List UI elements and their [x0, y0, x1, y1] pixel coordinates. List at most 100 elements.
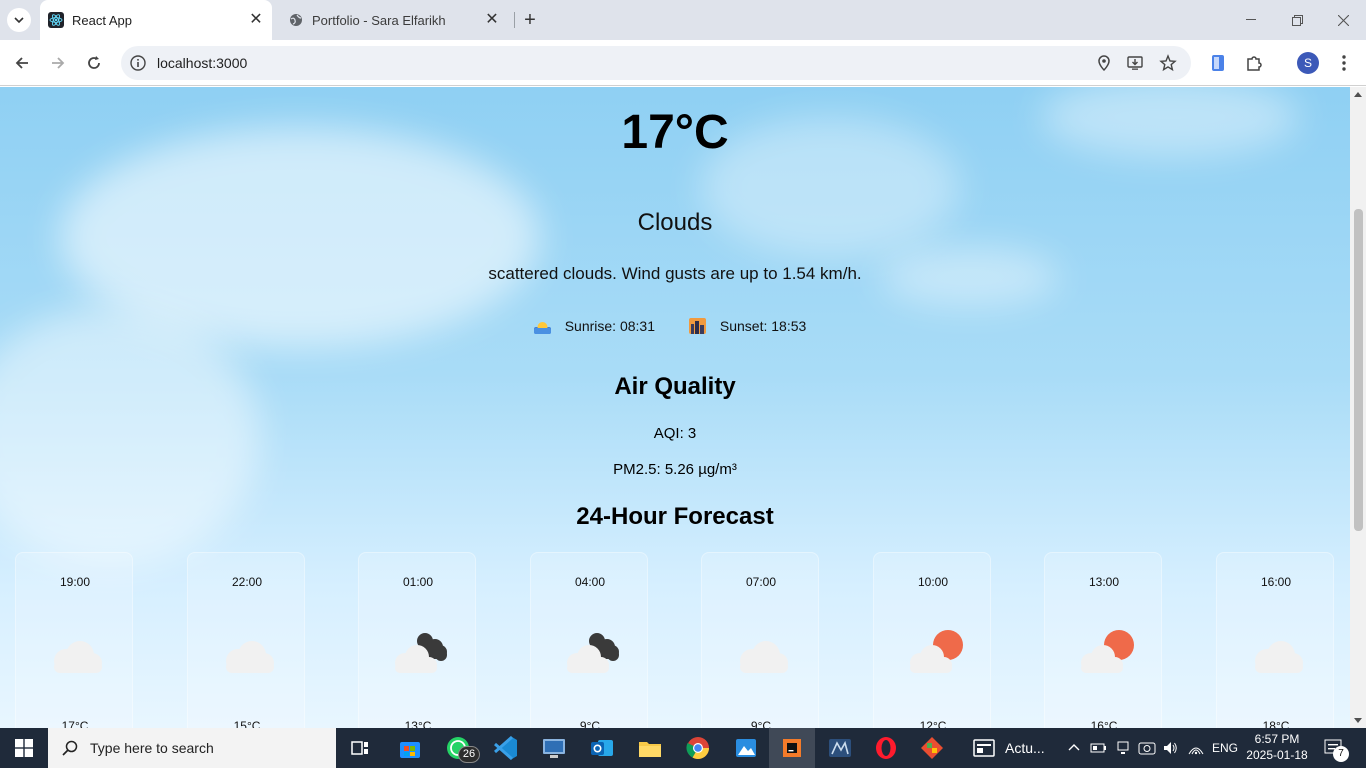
opera-icon[interactable]	[872, 734, 900, 762]
browser-tab-bar: React App ✕ Portfolio - Sara Elfarikh ✕ …	[0, 0, 1366, 40]
menu-kebab-icon[interactable]	[1333, 52, 1355, 74]
taskbar-clock[interactable]: 6:57 PM 2025-01-18	[1238, 731, 1316, 763]
clock-date: 2025-01-18	[1246, 748, 1308, 762]
globe-icon	[288, 12, 304, 28]
bookmark-star-icon[interactable]	[1159, 54, 1177, 72]
forecast-time: 07:00	[745, 575, 777, 589]
reading-list-icon[interactable]	[1207, 52, 1229, 74]
tab-title: Portfolio - Sara Elfarikh	[312, 12, 446, 28]
location-pin-icon[interactable]	[1095, 54, 1113, 72]
chevron-up-icon[interactable]	[1068, 742, 1080, 752]
windows-taskbar: Type here to search 26 Actu... ENG 6:57 …	[0, 728, 1366, 768]
scroll-up-icon[interactable]	[1354, 92, 1362, 97]
aqi-value: AQI: 3	[653, 425, 697, 442]
file-explorer-icon[interactable]	[636, 734, 664, 762]
meet-now-icon[interactable]	[1116, 740, 1130, 756]
forecast-temp: 18°C	[1262, 719, 1290, 728]
remote-desktop-icon[interactable]	[540, 734, 568, 762]
forecast-time: 10:00	[917, 575, 949, 589]
current-temperature: 17°C	[621, 106, 729, 159]
forecast-temp: 9°C	[579, 719, 601, 728]
tab-search-button[interactable]	[7, 8, 31, 32]
task-view-icon[interactable]	[346, 734, 374, 762]
tab-react-app[interactable]: React App ✕	[40, 0, 272, 40]
forecast-time: 01:00	[402, 575, 434, 589]
git-gui-icon[interactable]	[918, 734, 946, 762]
pm25-value: PM2.5: 5.26 µg/m³	[613, 461, 737, 478]
page-scrollbar[interactable]	[1350, 87, 1366, 728]
weather-page: 17°C Clouds scattered clouds. Wind gusts…	[0, 87, 1350, 728]
forecast-temp: 15°C	[233, 719, 261, 728]
forecast-card: 16:00 18°C	[1216, 552, 1334, 728]
address-bar[interactable]: localhost:3000	[121, 46, 1191, 80]
forecast-time: 19:00	[59, 575, 91, 589]
language-indicator[interactable]: ENG	[1212, 728, 1238, 768]
cloud-sun-icon	[1081, 630, 1134, 673]
outlook-icon[interactable]	[588, 734, 616, 762]
forecast-card: 01:00 13°C	[358, 552, 476, 728]
cloud-moon-icon	[395, 633, 447, 673]
forecast-temp: 16°C	[1090, 719, 1118, 728]
site-info-icon[interactable]	[129, 54, 147, 72]
search-icon	[62, 740, 78, 756]
news-window-icon[interactable]	[970, 734, 998, 762]
cloud-icon	[1255, 641, 1303, 673]
chrome-icon[interactable]	[684, 734, 712, 762]
restore-icon[interactable]	[1274, 0, 1320, 40]
camera-icon[interactable]	[1138, 740, 1156, 756]
forecast-time: 04:00	[574, 575, 606, 589]
clock-time: 6:57 PM	[1254, 732, 1300, 746]
weather-description: scattered clouds. Wind gusts are up to 1…	[488, 264, 862, 283]
close-tab-icon[interactable]: ✕	[248, 12, 264, 28]
cloud-icon	[54, 641, 102, 673]
forecast-card: 22:00 15°C	[187, 552, 305, 728]
cloud-moon-icon	[567, 633, 619, 673]
vscode-icon[interactable]	[492, 734, 520, 762]
microsoft-store-icon[interactable]	[396, 734, 424, 762]
sun-times: Sunrise: 08:31 Sunset: 18:53	[0, 318, 1350, 337]
whatsapp-badge: 26	[458, 746, 480, 763]
pycharm-icon[interactable]	[778, 734, 806, 762]
profile-avatar[interactable]: S	[1297, 52, 1319, 74]
tab-portfolio[interactable]: Portfolio - Sara Elfarikh ✕	[280, 0, 508, 40]
mysql-workbench-icon[interactable]	[826, 734, 854, 762]
browser-toolbar: localhost:3000	[0, 40, 1366, 86]
sunrise-label: Sunrise: 08:31	[564, 318, 655, 334]
sunrise-icon	[533, 322, 551, 334]
scroll-down-icon[interactable]	[1354, 718, 1362, 723]
volume-icon[interactable]	[1162, 740, 1178, 756]
cloud-icon	[740, 641, 788, 673]
taskbar-search-box[interactable]: Type here to search	[48, 728, 336, 768]
forecast-time: 13:00	[1088, 575, 1120, 589]
forecast-temp: 9°C	[750, 719, 772, 728]
new-tab-icon[interactable]: +	[520, 10, 540, 30]
url-text: localhost:3000	[157, 55, 248, 71]
window-label[interactable]: Actu...	[1005, 728, 1045, 768]
sunset-label: Sunset: 18:53	[719, 318, 807, 334]
windows-start-icon[interactable]	[0, 728, 48, 768]
battery-icon[interactable]	[1090, 742, 1108, 754]
scrollbar-thumb[interactable]	[1354, 209, 1363, 531]
forecast-card: 10:00 12°C	[873, 552, 991, 728]
close-tab-icon[interactable]: ✕	[484, 12, 500, 28]
close-window-icon[interactable]	[1320, 0, 1366, 40]
forecast-time: 22:00	[231, 575, 263, 589]
wifi-icon[interactable]	[1188, 740, 1204, 756]
back-icon[interactable]	[11, 52, 33, 74]
air-quality-heading: Air Quality	[614, 373, 736, 400]
search-placeholder: Type here to search	[90, 740, 214, 756]
forecast-card: 07:00 9°C	[701, 552, 819, 728]
forecast-heading: 24-Hour Forecast	[576, 503, 774, 530]
minimize-icon[interactable]	[1228, 0, 1274, 40]
forward-icon[interactable]	[47, 52, 69, 74]
sunset-icon	[688, 318, 706, 334]
tab-separator	[514, 12, 515, 28]
sunrise: Sunrise: 08:31	[533, 318, 665, 334]
cloud-sun-icon	[910, 630, 963, 673]
forecast-temp: 17°C	[61, 719, 89, 728]
photos-icon[interactable]	[732, 734, 760, 762]
reload-icon[interactable]	[83, 52, 105, 74]
forecast-card: 19:00 17°C	[15, 552, 133, 728]
install-app-icon[interactable]	[1126, 54, 1144, 72]
extensions-icon[interactable]	[1243, 52, 1265, 74]
